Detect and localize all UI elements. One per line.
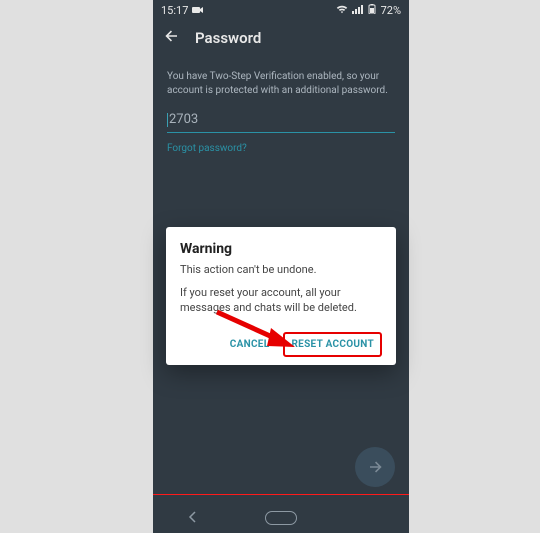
battery-icon <box>367 4 377 17</box>
input-value: 2703 <box>169 112 198 127</box>
warning-dialog: Warning This action can't be undone. If … <box>166 227 396 365</box>
camera-icon <box>192 4 204 17</box>
navigation-bar <box>153 503 409 533</box>
dialog-message-2: If you reset your account, all your mess… <box>180 286 382 316</box>
cancel-button[interactable]: CANCEL <box>224 333 276 356</box>
signal-icon <box>352 4 363 17</box>
back-icon[interactable] <box>163 27 181 50</box>
status-bar: 15:17 72% <box>153 0 409 20</box>
dialog-title: Warning <box>180 241 382 257</box>
dialog-message-1: This action can't be undone. <box>180 263 382 276</box>
reset-account-button[interactable]: RESET ACCOUNT <box>283 332 382 357</box>
nav-back-icon[interactable] <box>186 509 200 528</box>
nav-home-icon[interactable] <box>265 511 297 525</box>
arrow-right-icon <box>366 458 384 476</box>
description-text: You have Two-Step Verification enabled, … <box>167 70 395 98</box>
next-fab[interactable] <box>355 447 395 487</box>
battery-percent: 72% <box>381 4 401 17</box>
forgot-password-link[interactable]: Forgot password? <box>167 143 395 154</box>
page-title: Password <box>195 29 261 47</box>
dialog-actions: CANCEL RESET ACCOUNT <box>180 332 382 357</box>
wifi-icon <box>336 4 348 17</box>
password-input[interactable]: 2703 <box>167 112 395 133</box>
status-time: 15:17 <box>161 4 188 17</box>
annotation-underline <box>153 494 409 496</box>
app-bar: Password <box>153 20 409 56</box>
